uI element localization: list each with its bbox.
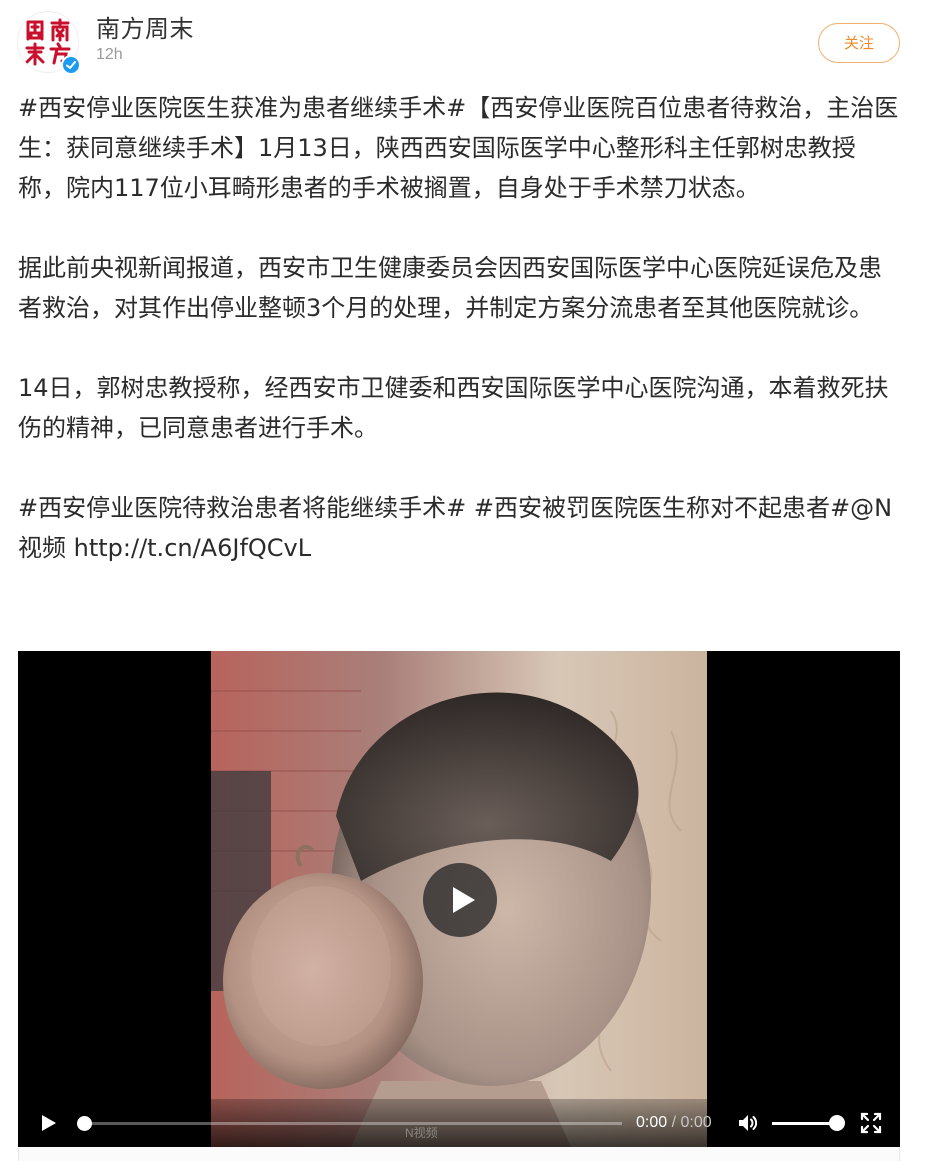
current-time: 0:00 — [636, 1114, 668, 1131]
verified-badge-icon — [61, 55, 81, 75]
weibo-post: 南方周末 12h 关注 #西安停业医院医生获准为患者继续手术#【西安停业医院百位… — [0, 0, 934, 1161]
fullscreen-icon[interactable] — [860, 1112, 882, 1134]
progress-bar[interactable] — [84, 1122, 622, 1125]
post-content: #西安停业医院医生获准为患者继续手术#【西安停业医院百位患者待救治，主治医生：获… — [18, 88, 902, 568]
post-paragraph: #西安停业医院待救治患者将能继续手术# #西安被罚医院医生称对不起患者#@N视频… — [18, 494, 893, 562]
volume-icon[interactable] — [736, 1111, 760, 1135]
volume-slider[interactable] — [772, 1122, 836, 1125]
duration: 0:00 — [680, 1114, 712, 1131]
post-paragraph: 据此前央视新闻报道，西安市卫生健康委员会因西安国际医学中心医院延误危及患者救治，… — [18, 254, 882, 322]
time-display: 0:00 / 0:00 — [636, 1112, 712, 1134]
video-watermark: N视频 — [405, 1126, 438, 1140]
video-player[interactable]: 0:00 / 0:00 — [18, 651, 900, 1147]
follow-button[interactable]: 关注 — [818, 23, 900, 63]
video-controls: 0:00 / 0:00 — [18, 1099, 900, 1147]
account-name[interactable]: 南方周末 — [96, 14, 194, 44]
progress-handle[interactable] — [77, 1116, 92, 1131]
post-paragraph: #西安停业医院医生获准为患者继续手术#【西安停业医院百位患者待救治，主治医生：获… — [18, 94, 899, 202]
card-bottom-edge — [18, 1147, 900, 1161]
time-separator: / — [671, 1114, 677, 1131]
play-icon[interactable] — [36, 1111, 60, 1135]
post-time: 12h — [96, 46, 123, 63]
avatar[interactable] — [18, 12, 81, 75]
post-paragraph: 14日，郭树忠教授称，经西安市卫健委和西安国际医学中心医院沟通，本着救死扶伤的精… — [18, 374, 889, 442]
play-overlay-button[interactable] — [423, 863, 497, 937]
volume-handle[interactable] — [829, 1115, 845, 1131]
